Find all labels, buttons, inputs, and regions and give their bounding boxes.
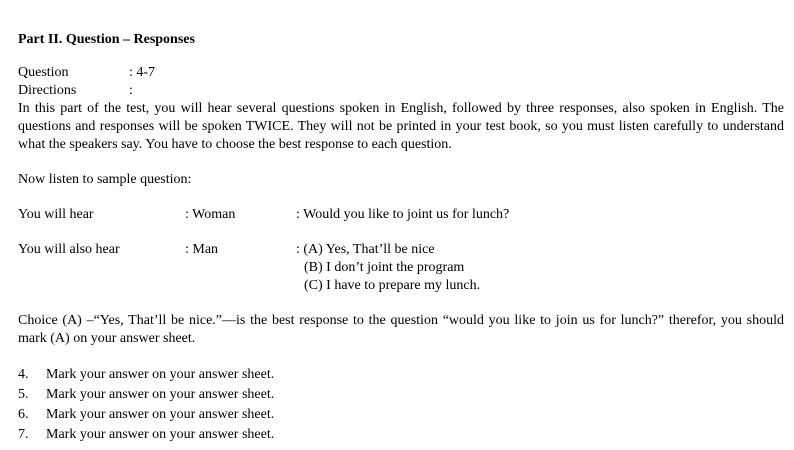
also-hear-speaker: : Man xyxy=(185,242,219,257)
sample-question: : Would you like to joint us for lunch? xyxy=(296,207,510,222)
item-text: Mark your answer on your answer sheet. xyxy=(46,407,275,422)
item-number: 5. xyxy=(18,387,29,402)
directions-paragraph: In this part of the test, you will hear … xyxy=(18,101,784,152)
choice-b: (B) I don’t joint the program xyxy=(304,260,465,275)
question-value: : 4-7 xyxy=(129,65,156,80)
explanation-paragraph: Choice (A) –“Yes, That’ll be nice.”—is t… xyxy=(18,313,784,346)
hear-speaker: : Woman xyxy=(185,207,236,222)
question-label: Question xyxy=(18,65,69,80)
item-text: Mark your answer on your answer sheet. xyxy=(46,367,275,382)
hear-label: You will hear xyxy=(18,207,94,222)
section-title: Part II. Question – Responses xyxy=(18,32,195,47)
sample-intro: Now listen to sample question: xyxy=(18,172,192,187)
choice-a: : (A) Yes, That’ll be nice xyxy=(296,242,435,257)
choice-c: (C) I have to prepare my lunch. xyxy=(304,278,481,293)
item-number: 6. xyxy=(18,407,29,422)
item-number: 4. xyxy=(18,367,29,382)
item-text: Mark your answer on your answer sheet. xyxy=(46,387,275,402)
item-number: 7. xyxy=(18,427,29,442)
directions-value: : xyxy=(129,83,133,98)
also-hear-label: You will also hear xyxy=(18,242,120,257)
directions-label: Directions xyxy=(18,83,77,98)
item-text: Mark your answer on your answer sheet. xyxy=(46,427,275,442)
